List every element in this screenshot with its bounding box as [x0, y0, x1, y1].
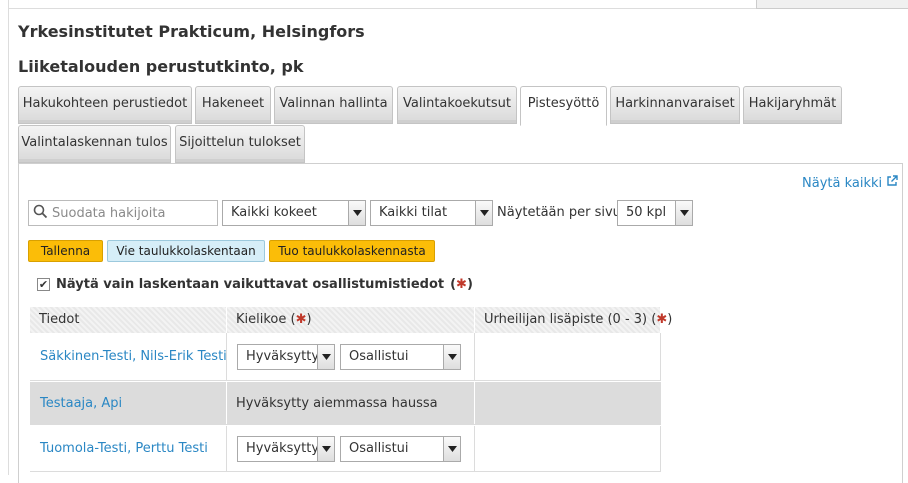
- required-icon: ✱: [456, 277, 467, 292]
- program-title: Liiketalouden perustutkinto, pk: [18, 57, 304, 76]
- exam-filter-select[interactable]: Kaikki kokeet: [222, 200, 366, 226]
- external-link-icon: [886, 175, 898, 191]
- result-select[interactable]: Hyväksytty: [237, 344, 335, 370]
- result-value: Hyväksytty: [246, 441, 320, 456]
- per-page-select[interactable]: 50 kpl: [617, 200, 693, 226]
- table-row: Säkkinen-Testi, Nils-Erik Testi Hyväksyt…: [30, 333, 661, 381]
- status-filter-select[interactable]: Kaikki tilat: [370, 200, 493, 226]
- tab-pistesyotto[interactable]: Pistesyöttö: [520, 86, 607, 126]
- filter-checkbox-label: Näytä vain laskentaan vaikuttavat osalli…: [56, 277, 445, 292]
- tab-hakijaryhmat[interactable]: Hakijaryhmät: [743, 86, 842, 124]
- previous-acceptance-note: Hyväksytty aiemmassa haussa: [236, 395, 438, 411]
- participation-value: Osallistui: [349, 441, 409, 456]
- exam-filter-value: Kaikki kokeet: [231, 205, 317, 220]
- bonus-points-cell: [475, 333, 661, 380]
- required-paren: (✱): [450, 277, 473, 292]
- applicant-name-link[interactable]: Testaaja, Api: [30, 396, 122, 411]
- chevron-down-icon: [443, 437, 460, 461]
- show-all-label: Näytä kaikki: [802, 175, 883, 191]
- save-button[interactable]: Tallenna: [28, 240, 103, 262]
- search-input[interactable]: [48, 202, 208, 224]
- column-header-kielikoe: Kielikoe (✱): [227, 307, 475, 333]
- table-row: Testaaja, Api Hyväksytty aiemmassa hauss…: [30, 382, 661, 425]
- bonus-points-cell: [475, 382, 661, 424]
- applicant-name-link[interactable]: Säkkinen-Testi, Nils-Erik Testi: [30, 349, 227, 364]
- tab-harkinnanvaraiset[interactable]: Harkinnanvaraiset: [610, 86, 740, 124]
- tab-valintakoekutsut[interactable]: Valintakoekutsut: [397, 86, 517, 124]
- per-page-value: 50 kpl: [626, 205, 667, 220]
- required-icon: ✱: [656, 312, 668, 327]
- required-icon: ✱: [295, 312, 307, 327]
- chevron-down-icon: [317, 437, 334, 461]
- chevron-down-icon: [675, 201, 692, 225]
- import-spreadsheet-button[interactable]: Tuo taulukkolaskennasta: [269, 240, 435, 262]
- table-row: Tuomola-Testi, Perttu Testi Hyväksytty O…: [30, 426, 661, 472]
- search-field[interactable]: [28, 200, 218, 226]
- chevron-down-icon: [348, 201, 365, 225]
- chevron-down-icon: [443, 345, 460, 369]
- status-filter-value: Kaikki tilat: [379, 205, 448, 220]
- show-all-link[interactable]: Näytä kaikki: [802, 175, 898, 191]
- organization-title: Yrkesinstitutet Prakticum, Helsingfors: [18, 22, 365, 41]
- top-corner-box: [756, 0, 908, 9]
- result-value: Hyväksytty: [246, 349, 320, 364]
- chevron-down-icon: [317, 345, 334, 369]
- filter-checkbox[interactable]: ✔: [37, 278, 50, 291]
- tab-valinnan-hallinta[interactable]: Valinnan hallinta: [274, 86, 393, 124]
- chevron-down-icon: [475, 201, 492, 225]
- result-select[interactable]: Hyväksytty: [237, 436, 335, 462]
- top-divider: [8, 0, 756, 9]
- filter-checkbox-row: ✔ Näytä vain laskentaan vaikuttavat osal…: [37, 277, 473, 292]
- search-icon: [33, 204, 48, 223]
- participation-select[interactable]: Osallistui: [340, 436, 461, 462]
- export-spreadsheet-button[interactable]: Vie taulukkolaskentaan: [107, 240, 265, 262]
- participation-select[interactable]: Osallistui: [340, 344, 461, 370]
- tab-hakeneet[interactable]: Hakeneet: [195, 86, 271, 124]
- column-header-urheilijan-lisapiste: Urheilijan lisäpiste (0 - 3) (✱): [475, 307, 672, 333]
- tab-valintalaskennan-tulos[interactable]: Valintalaskennan tulos: [18, 125, 171, 163]
- participation-value: Osallistui: [349, 349, 409, 364]
- column-header-tiedot: Tiedot: [30, 307, 227, 333]
- per-page-label: Näytetään per sivu:: [497, 205, 626, 220]
- tab-hakukohteen-perustiedot[interactable]: Hakukohteen perustiedot: [18, 86, 192, 124]
- bonus-points-cell: [475, 426, 661, 471]
- tab-sijoittelun-tulokset[interactable]: Sijoittelun tulokset: [175, 125, 305, 163]
- applicant-name-link[interactable]: Tuomola-Testi, Perttu Testi: [30, 441, 208, 456]
